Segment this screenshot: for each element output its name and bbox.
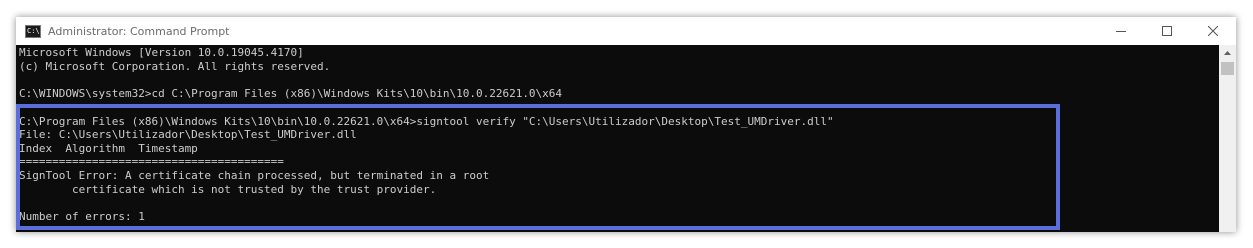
scroll-up-button[interactable] [1219, 45, 1236, 60]
cmd-icon: C:\ [25, 24, 41, 38]
title-bar[interactable]: C:\ Administrator: Command Prompt [16, 17, 1236, 45]
console-line: SignTool Error: A certificate chain proc… [19, 169, 490, 182]
console-line: Microsoft Windows [Version 10.0.19045.41… [19, 46, 304, 59]
console-line: certificate which is not trusted by the … [19, 183, 437, 196]
minimize-button[interactable] [1098, 17, 1144, 45]
scrollbar-thumb[interactable] [1221, 62, 1234, 75]
maximize-button[interactable] [1144, 17, 1190, 45]
window-title: Administrator: Command Prompt [48, 24, 230, 38]
console-line: File: C:\Users\Utilizador\Desktop\Test_U… [19, 128, 357, 141]
console-line: C:\Program Files (x86)\Windows Kits\10\b… [19, 115, 834, 128]
close-icon [1208, 26, 1218, 36]
vertical-scrollbar[interactable] [1219, 45, 1236, 232]
console-line: (c) Microsoft Corporation. All rights re… [19, 60, 331, 73]
command-prompt-window[interactable]: C:\ Administrator: Command Prompt Micros… [16, 17, 1236, 232]
close-button[interactable] [1190, 17, 1236, 45]
console-line: Index Algorithm Timestamp [19, 142, 198, 155]
console-line: C:\WINDOWS\system32>cd C:\Program Files … [19, 87, 563, 100]
chevron-up-icon [1224, 51, 1231, 55]
console-line: ======================================== [19, 155, 284, 168]
console-line: Number of errors: 1 [19, 210, 145, 223]
minimize-icon [1116, 31, 1126, 32]
window-controls [1098, 17, 1236, 45]
console-output[interactable]: Microsoft Windows [Version 10.0.19045.41… [16, 45, 1219, 232]
maximize-icon [1162, 26, 1172, 36]
